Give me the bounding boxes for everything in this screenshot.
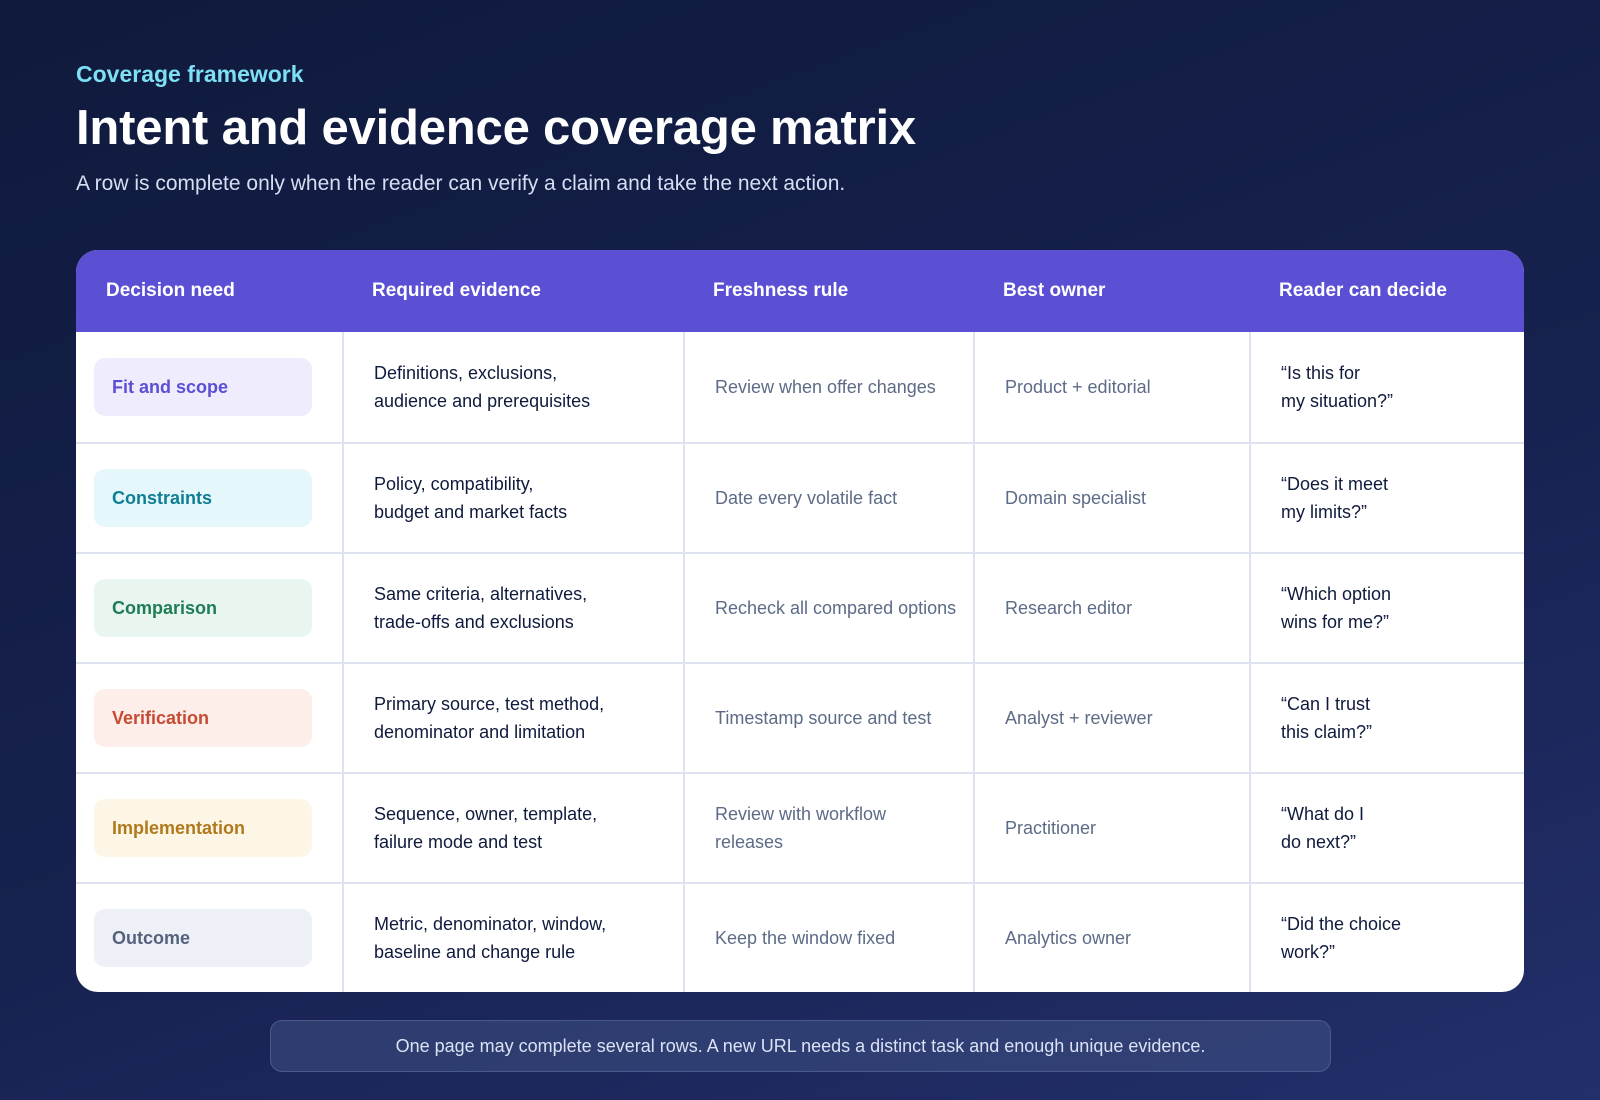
required-evidence-cell: Policy, compatibility, budget and market … [342,444,683,552]
decide-line: this claim?” [1281,722,1373,742]
evidence-line: failure mode and test [374,832,543,852]
column-header-decision-need: Decision need [106,280,235,301]
best-owner-cell: Domain specialist [973,444,1249,552]
reader-can-decide-cell: “Does it meet my limits?” [1249,444,1524,552]
best-owner-cell: Product + editorial [973,332,1249,442]
best-owner-cell: Analytics owner [973,884,1249,992]
decide-line: “Did the choice [1281,914,1402,934]
decide-line: “Is this for [1281,363,1361,383]
decision-need-cell: Constraints [76,444,342,552]
evidence-line: trade-offs and exclusions [374,612,574,632]
column-header-best-owner: Best owner [1003,280,1106,301]
decision-need-pill: Comparison [94,579,312,637]
decision-need-pill: Verification [94,689,312,747]
decision-need-cell: Verification [76,664,342,772]
best-owner-cell: Analyst + reviewer [973,664,1249,772]
required-evidence-cell: Primary source, test method, denominator … [342,664,683,772]
decision-need-cell: Outcome [76,884,342,992]
evidence-line: Definitions, exclusions, [374,363,558,383]
table-row: Constraints Policy, compatibility, budget … [76,442,1524,552]
decide-line: “What do I [1281,804,1365,824]
evidence-line: Sequence, owner, template, [374,804,598,824]
decide-line: “Which option [1281,584,1392,604]
decide-line: my limits?” [1281,502,1367,522]
decision-need-pill: Constraints [94,469,312,527]
evidence-line: Same criteria, alternatives, [374,584,588,604]
coverage-matrix-table: Decision need Required evidence Freshnes… [76,250,1524,992]
evidence-line: budget and market facts [374,502,568,522]
freshness-rule-cell: Timestamp source and test [683,664,973,772]
table-header-row: Decision need Required evidence Freshnes… [76,250,1524,332]
decide-line: “Can I trust [1281,694,1371,714]
decision-need-pill: Outcome [94,909,312,967]
page-subtitle: A row is complete only when the reader c… [76,172,846,195]
eyebrow-label: Coverage framework [76,61,304,87]
table-body: Fit and scope Definitions, exclusions, aud… [76,332,1524,992]
evidence-line: Policy, compatibility, [374,474,534,494]
required-evidence-cell: Same criteria, alternatives, trade-offs a… [342,554,683,662]
freshness-rule-cell: Review when offer changes [683,332,973,442]
table-row: Fit and scope Definitions, exclusions, aud… [76,332,1524,442]
decide-line: my situation?” [1281,391,1394,411]
decide-line: do next?” [1281,832,1357,852]
column-header-required-evidence: Required evidence [372,280,541,301]
evidence-line: Metric, denominator, window, [374,914,607,934]
freshness-rule-cell: Recheck all compared options [683,554,973,662]
freshness-rule-cell: Date every volatile fact [683,444,973,552]
table-row: Implementation Sequence, owner, template,… [76,772,1524,882]
decision-need-pill: Implementation [94,799,312,857]
best-owner-cell: Research editor [973,554,1249,662]
required-evidence-cell: Sequence, owner, template, failure mode a… [342,774,683,882]
table-row: Outcome Metric, denominator, window, basel… [76,882,1524,992]
decision-need-pill: Fit and scope [94,358,312,416]
freshness-rule-cell: Review with workflow releases [683,774,973,882]
page-title: Intent and evidence coverage matrix [76,101,916,155]
required-evidence-cell: Definitions, exclusions, audience and pre… [342,332,683,442]
evidence-line: baseline and change rule [374,942,576,962]
reader-can-decide-cell: “What do I do next?” [1249,774,1524,882]
reader-can-decide-cell: “Which option wins for me?” [1249,554,1524,662]
decide-line: “Does it meet [1281,474,1389,494]
footer-note: One page may complete several rows. A ne… [270,1020,1331,1072]
decision-need-cell: Fit and scope [76,332,342,442]
freshness-rule-cell: Keep the window fixed [683,884,973,992]
evidence-line: denominator and limitation [374,722,586,742]
reader-can-decide-cell: “Is this for my situation?” [1249,332,1524,442]
column-header-reader-can-decide: Reader can decide [1279,280,1447,301]
decision-need-cell: Implementation [76,774,342,882]
evidence-line: audience and prerequisites [374,391,591,411]
required-evidence-cell: Metric, denominator, window, baseline and… [342,884,683,992]
reader-can-decide-cell: “Can I trust this claim?” [1249,664,1524,772]
best-owner-cell: Practitioner [973,774,1249,882]
decision-need-cell: Comparison [76,554,342,662]
reader-can-decide-cell: “Did the choice work?” [1249,884,1524,992]
table-row: Verification Primary source, test method,… [76,662,1524,772]
evidence-line: Primary source, test method, [374,694,605,714]
table-row: Comparison Same criteria, alternatives, tr… [76,552,1524,662]
decide-line: wins for me?” [1281,612,1390,632]
column-header-freshness-rule: Freshness rule [713,280,849,301]
decide-line: work?” [1281,942,1336,962]
